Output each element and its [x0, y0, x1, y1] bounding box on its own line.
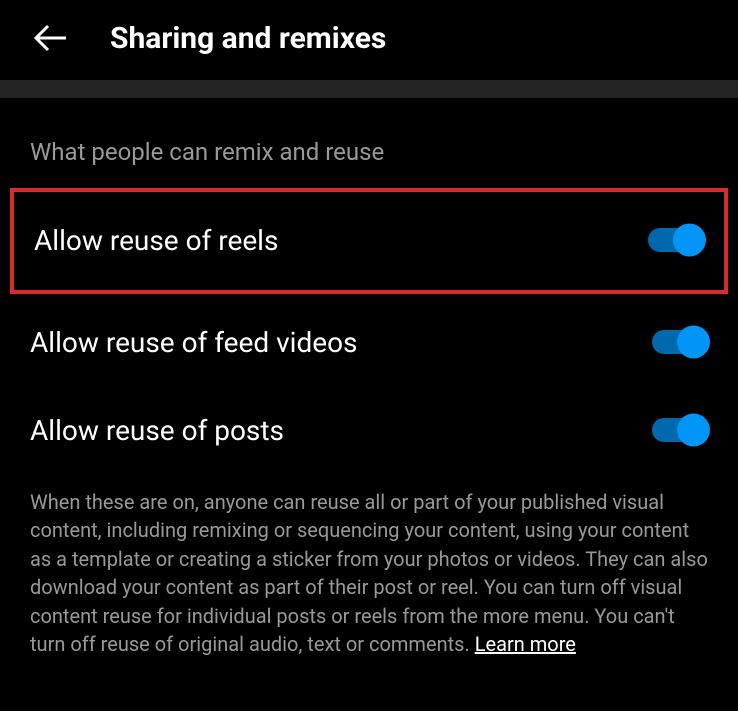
toggle-posts[interactable]	[652, 412, 708, 448]
setting-label-feed-videos: Allow reuse of feed videos	[30, 326, 358, 359]
back-arrow-icon	[32, 23, 68, 53]
setting-label-reels: Allow reuse of reels	[34, 224, 278, 257]
learn-more-link[interactable]: Learn more	[475, 632, 576, 656]
page-title: Sharing and remixes	[110, 21, 386, 56]
section-divider	[0, 80, 738, 98]
header-bar: Sharing and remixes	[0, 0, 738, 80]
toggle-knob-icon	[677, 414, 710, 447]
description-body: When these are on, anyone can reuse all …	[30, 490, 708, 656]
toggle-knob-icon	[677, 326, 710, 359]
toggle-reels[interactable]	[648, 222, 704, 258]
toggle-feed-videos[interactable]	[652, 324, 708, 360]
setting-row-feed-videos[interactable]: Allow reuse of feed videos	[0, 298, 738, 386]
section-label: What people can remix and reuse	[0, 98, 738, 184]
setting-row-reels[interactable]: Allow reuse of reels	[10, 188, 728, 294]
setting-row-posts[interactable]: Allow reuse of posts	[0, 386, 738, 474]
description-text: When these are on, anyone can reuse all …	[0, 474, 738, 678]
setting-label-posts: Allow reuse of posts	[30, 414, 284, 447]
back-button[interactable]	[30, 18, 70, 58]
toggle-knob-icon	[673, 224, 706, 257]
